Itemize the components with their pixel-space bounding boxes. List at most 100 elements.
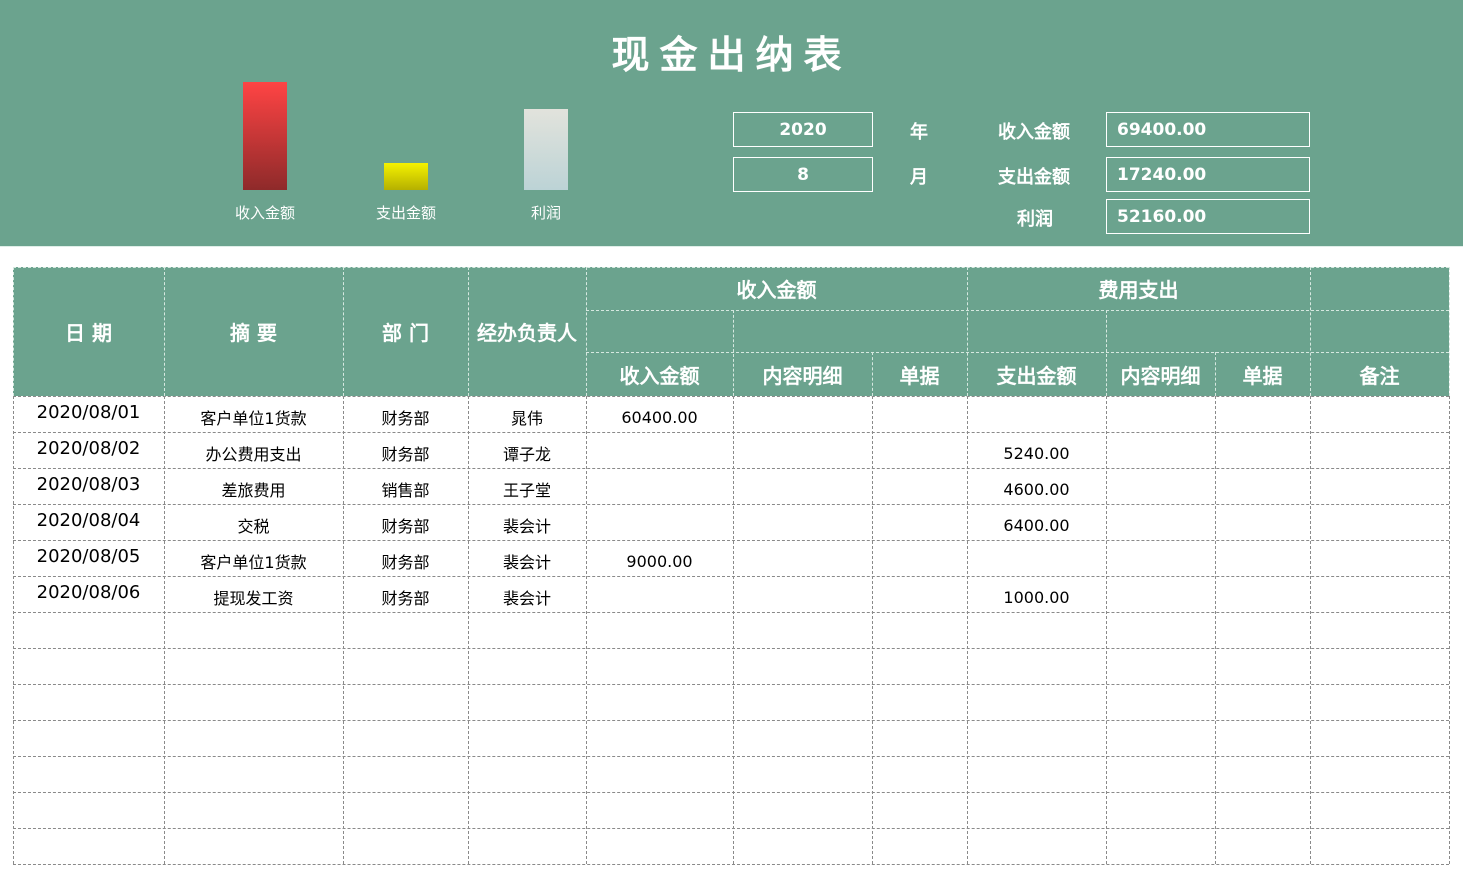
cell-department[interactable]: 财务部 [343,504,468,540]
cell-department[interactable] [343,648,468,684]
cell-handler[interactable] [468,612,586,648]
cell-expense-detail[interactable] [1106,612,1215,648]
cell-remarks[interactable] [1310,432,1449,468]
cell-expense-amount[interactable] [967,684,1106,720]
cell-income-receipt[interactable] [872,828,967,864]
cell-expense-receipt[interactable] [1215,648,1310,684]
cell-summary[interactable] [164,792,343,828]
expense-total-field[interactable]: 17240.00 [1106,157,1310,192]
cell-income-receipt[interactable] [872,684,967,720]
cell-expense-detail[interactable] [1106,540,1215,576]
cell-date[interactable] [13,648,164,684]
header-income-receipt[interactable]: 单据 [872,352,967,396]
cell-expense-detail[interactable] [1106,756,1215,792]
cell-income-receipt[interactable] [872,612,967,648]
cell-income-amount[interactable] [586,612,733,648]
cell-income-detail[interactable] [733,612,872,648]
cell-income-amount[interactable] [586,468,733,504]
header-remarks-top[interactable] [1310,267,1449,310]
cell-expense-receipt[interactable] [1215,504,1310,540]
cell-date[interactable] [13,756,164,792]
cell-remarks[interactable] [1310,468,1449,504]
cell-expense-detail[interactable] [1106,468,1215,504]
cell-expense-amount[interactable]: 6400.00 [967,504,1106,540]
cell-remarks[interactable] [1310,648,1449,684]
cell-date[interactable]: 2020/08/03 [13,468,164,504]
header-income-group[interactable]: 收入金额 [586,267,967,310]
cell-summary[interactable] [164,828,343,864]
cell-remarks[interactable] [1310,396,1449,432]
cell-expense-receipt[interactable] [1215,432,1310,468]
cell-remarks[interactable] [1310,720,1449,756]
cell-handler[interactable]: 晁伟 [468,396,586,432]
cell-department[interactable] [343,684,468,720]
header-income-amount[interactable]: 收入金额 [586,352,733,396]
cell-expense-amount[interactable] [967,540,1106,576]
cell-expense-receipt[interactable] [1215,720,1310,756]
cell-department[interactable]: 财务部 [343,396,468,432]
cell-income-amount[interactable] [586,684,733,720]
cell-expense-amount[interactable] [967,792,1106,828]
cell-income-receipt[interactable] [872,792,967,828]
cell-expense-receipt[interactable] [1215,396,1310,432]
cell-summary[interactable] [164,720,343,756]
cell-expense-detail[interactable] [1106,576,1215,612]
cell-expense-detail[interactable] [1106,648,1215,684]
header-remarks[interactable]: 备注 [1310,352,1449,396]
cell-income-receipt[interactable] [872,540,967,576]
cell-date[interactable]: 2020/08/06 [13,576,164,612]
cell-handler[interactable] [468,756,586,792]
year-field[interactable]: 2020 [733,112,873,147]
cell-expense-detail[interactable] [1106,720,1215,756]
cell-remarks[interactable] [1310,828,1449,864]
cell-remarks[interactable] [1310,756,1449,792]
cell-summary[interactable] [164,612,343,648]
cell-income-receipt[interactable] [872,504,967,540]
cell-income-receipt[interactable] [872,396,967,432]
header-department[interactable]: 部 门 [343,267,468,396]
cell-department[interactable]: 财务部 [343,540,468,576]
cell-income-amount[interactable] [586,828,733,864]
header-expense-receipt[interactable]: 单据 [1215,352,1310,396]
cell-income-detail[interactable] [733,576,872,612]
cell-date[interactable] [13,792,164,828]
cell-income-detail[interactable] [733,648,872,684]
cell-handler[interactable] [468,720,586,756]
cell-department[interactable] [343,792,468,828]
cell-expense-receipt[interactable] [1215,756,1310,792]
cell-department[interactable] [343,828,468,864]
cell-income-detail[interactable] [733,792,872,828]
cell-income-detail[interactable] [733,396,872,432]
cell-department[interactable]: 销售部 [343,468,468,504]
cell-income-amount[interactable] [586,504,733,540]
cell-date[interactable]: 2020/08/05 [13,540,164,576]
cell-income-detail[interactable] [733,540,872,576]
cell-remarks[interactable] [1310,612,1449,648]
cell-summary[interactable]: 差旅费用 [164,468,343,504]
cell-expense-amount[interactable] [967,648,1106,684]
cell-summary[interactable]: 客户单位1货款 [164,540,343,576]
cell-expense-amount[interactable] [967,396,1106,432]
cell-summary[interactable]: 提现发工资 [164,576,343,612]
cell-expense-detail[interactable] [1106,792,1215,828]
cell-expense-receipt[interactable] [1215,612,1310,648]
cell-income-receipt[interactable] [872,648,967,684]
cell-income-detail[interactable] [733,756,872,792]
cell-handler[interactable] [468,792,586,828]
cell-expense-amount[interactable] [967,756,1106,792]
cell-income-amount[interactable] [586,432,733,468]
cell-income-receipt[interactable] [872,432,967,468]
cell-department[interactable]: 财务部 [343,576,468,612]
cell-income-amount[interactable] [586,756,733,792]
cell-remarks[interactable] [1310,576,1449,612]
cell-handler[interactable]: 谭子龙 [468,432,586,468]
cell-expense-amount[interactable] [967,828,1106,864]
header-handler[interactable]: 经办负责人 [468,267,586,396]
cell-income-amount[interactable]: 60400.00 [586,396,733,432]
cell-handler[interactable] [468,828,586,864]
cell-handler[interactable]: 王子堂 [468,468,586,504]
cell-income-detail[interactable] [733,684,872,720]
cell-summary[interactable]: 办公费用支出 [164,432,343,468]
cell-income-amount[interactable] [586,792,733,828]
cell-income-detail[interactable] [733,720,872,756]
